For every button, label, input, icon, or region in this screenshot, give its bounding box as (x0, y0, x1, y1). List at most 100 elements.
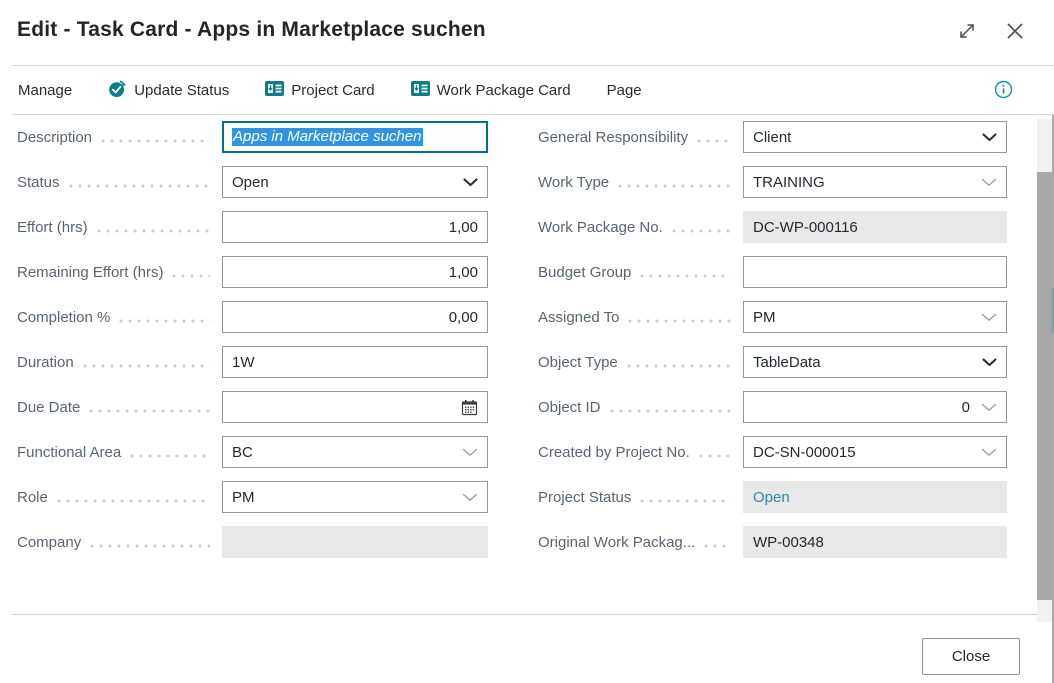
toolbar-manage[interactable]: Manage (18, 82, 72, 99)
budget-group-input[interactable] (743, 256, 1007, 288)
dotted-leader (704, 544, 731, 548)
dotted-leader (90, 544, 210, 548)
chevron-down-icon (981, 403, 997, 412)
original-work-package-field-disabled: WP-00348 (743, 526, 1007, 558)
close-icon[interactable] (1004, 20, 1026, 42)
description-input[interactable]: Apps in Marketplace suchen (222, 121, 488, 153)
dotted-leader (89, 409, 210, 413)
field-value: Open (232, 174, 269, 191)
card-icon (265, 81, 284, 100)
field-label: Original Work Packag... (538, 534, 695, 551)
field-label: Assigned To (538, 309, 619, 326)
dialog-title: Edit - Task Card - Apps in Marketplace s… (17, 18, 486, 42)
card-icon (411, 81, 430, 100)
close-button[interactable]: Close (922, 638, 1020, 675)
status-select[interactable]: Open (222, 166, 488, 198)
update-status-icon (108, 79, 127, 102)
created-by-project-no-lookup[interactable]: DC-SN-000015 (743, 436, 1007, 468)
field-label: Duration (17, 354, 74, 371)
field-value: Client (753, 129, 791, 146)
footer: Close (0, 615, 1054, 675)
effort-input[interactable]: 1,00 (222, 211, 488, 243)
dotted-leader (672, 229, 731, 233)
toolbar-page[interactable]: Page (607, 82, 642, 99)
field-value: DC-WP-000116 (753, 219, 858, 236)
dotted-leader (640, 274, 731, 278)
assigned-to-lookup[interactable]: PM (743, 301, 1007, 333)
field-row-work-type: Work Type TRAINING (538, 166, 1007, 198)
field-row-role: Role PM (17, 481, 488, 513)
field-label: Object ID (538, 399, 601, 416)
dotted-leader (618, 184, 731, 188)
toolbar-project-card[interactable]: Project Card (265, 81, 374, 100)
general-responsibility-select[interactable]: Client (743, 121, 1007, 153)
dotted-leader (628, 319, 731, 323)
role-lookup[interactable]: PM (222, 481, 488, 513)
remaining-effort-input[interactable]: 1,00 (222, 256, 488, 288)
chevron-down-icon (981, 448, 997, 457)
dotted-leader (640, 499, 731, 503)
project-status-field-disabled: Open (743, 481, 1007, 513)
completion-input[interactable]: 0,00 (222, 301, 488, 333)
task-form: Description Apps in Marketplace suchen S… (0, 115, 1054, 571)
field-label: Status (17, 174, 60, 191)
info-icon[interactable] (994, 80, 1013, 99)
title-actions (956, 20, 1026, 42)
field-value: PM (753, 309, 776, 326)
object-type-select[interactable]: TableData (743, 346, 1007, 378)
dotted-leader (83, 364, 210, 368)
chevron-down-icon (981, 178, 997, 187)
expand-icon[interactable] (956, 20, 978, 42)
field-row-work-package-no: Work Package No. DC-WP-000116 (538, 211, 1007, 243)
field-row-created-by-project-no: Created by Project No. DC-SN-000015 (538, 436, 1007, 468)
dotted-leader (627, 364, 731, 368)
field-value: PM (232, 489, 255, 506)
field-value: 0 (962, 399, 970, 416)
field-row-due-date: Due Date (17, 391, 488, 423)
field-label: Remaining Effort (hrs) (17, 264, 163, 281)
dotted-leader (101, 139, 210, 143)
field-value: 1,00 (449, 264, 478, 281)
toolbar-work-package-card-label: Work Package Card (437, 82, 571, 99)
chevron-down-icon (982, 133, 997, 142)
field-row-description: Description Apps in Marketplace suchen (17, 121, 488, 153)
field-row-original-work-package: Original Work Packag... WP-00348 (538, 526, 1007, 558)
field-row-budget-group: Budget Group (538, 256, 1007, 288)
duration-input[interactable]: 1W (222, 346, 488, 378)
field-row-functional-area: Functional Area BC (17, 436, 488, 468)
dotted-leader (610, 409, 731, 413)
task-card-dialog: Edit - Task Card - Apps in Marketplace s… (0, 0, 1054, 683)
dotted-leader (130, 454, 210, 458)
calendar-icon[interactable] (461, 399, 478, 416)
field-row-general-responsibility: General Responsibility Client (538, 121, 1007, 153)
chevron-down-icon (462, 448, 478, 457)
dotted-leader (699, 454, 731, 458)
work-type-lookup[interactable]: TRAINING (743, 166, 1007, 198)
field-value: 0,00 (449, 309, 478, 326)
object-id-lookup[interactable]: 0 (743, 391, 1007, 423)
field-label: Company (17, 534, 81, 551)
field-label: Completion % (17, 309, 110, 326)
dotted-leader (119, 319, 210, 323)
field-label: Role (17, 489, 48, 506)
field-row-remaining-effort: Remaining Effort (hrs) 1,00 (17, 256, 488, 288)
chevron-down-icon (982, 358, 997, 367)
toolbar-work-package-card[interactable]: Work Package Card (411, 81, 571, 100)
field-label: Work Type (538, 174, 609, 191)
field-row-effort: Effort (hrs) 1,00 (17, 211, 488, 243)
dotted-leader (172, 274, 210, 278)
field-row-project-status: Project Status Open (538, 481, 1007, 513)
chevron-down-icon (981, 313, 997, 322)
company-field-disabled (222, 526, 488, 558)
field-row-assigned-to: Assigned To PM (538, 301, 1007, 333)
scrollbar-thumb[interactable] (1037, 172, 1052, 600)
field-value-selected: Apps in Marketplace suchen (232, 128, 423, 146)
work-package-no-field-disabled: DC-WP-000116 (743, 211, 1007, 243)
project-status-link[interactable]: Open (753, 489, 790, 506)
functional-area-lookup[interactable]: BC (222, 436, 488, 468)
due-date-input[interactable] (222, 391, 488, 423)
chevron-down-icon (462, 493, 478, 502)
form-column-right: General Responsibility Client Work Type … (538, 121, 1007, 571)
field-row-company: Company (17, 526, 488, 558)
toolbar-update-status[interactable]: Update Status (108, 79, 229, 102)
